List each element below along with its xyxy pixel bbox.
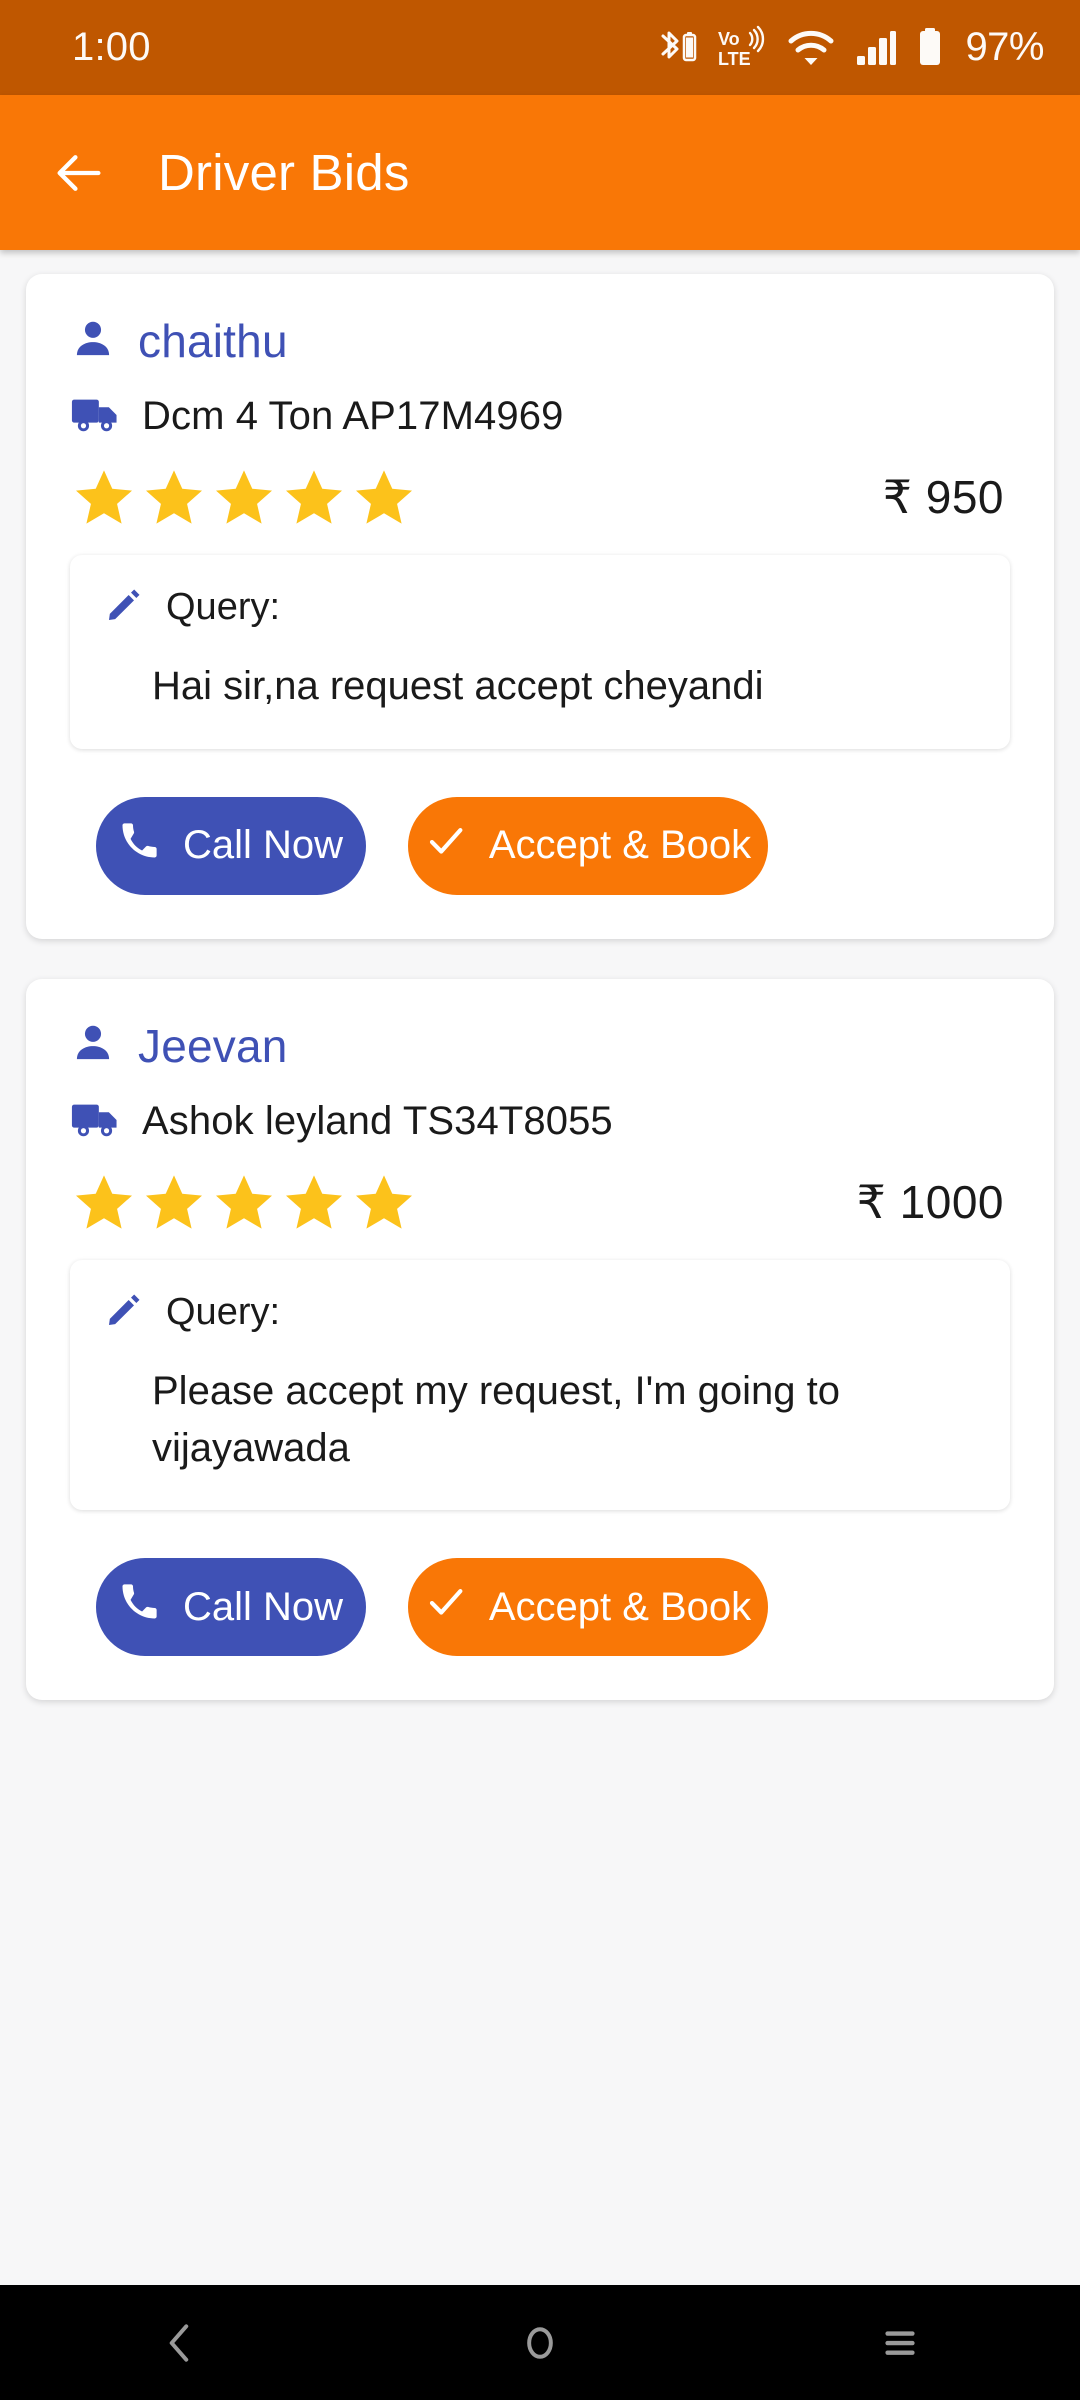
recents-nav-icon[interactable] [830,2285,970,2400]
bid-card[interactable]: Jeevan Ashok leyland TS34T8055 ₹ 1000 Qu… [26,978,1054,1701]
query-label: Query: [166,1290,281,1333]
accept-book-button[interactable]: Accept & Book [408,796,768,895]
query-header: Query: [104,585,976,630]
check-icon [425,1581,467,1633]
page-title: Driver Bids [158,144,410,201]
signal-icon [854,25,898,71]
driver-name: chaithu [138,315,288,367]
vehicle-details: Ashok leyland TS34T8055 [142,1098,613,1143]
card-actions: Call Now Accept & Book [70,1558,1010,1657]
vehicle-row: Dcm 4 Ton AP17M4969 [70,394,1010,439]
truck-icon [70,395,120,438]
star-icon [356,470,412,524]
phone-icon [119,820,161,872]
driver-row: chaithu [70,314,1010,368]
star-icon [76,1175,132,1229]
battery-icon [915,25,945,71]
query-box: Query: Please accept my request, I'm goi… [70,1259,1010,1511]
back-nav-icon[interactable] [110,2285,250,2400]
app-bar: Driver Bids [0,95,1080,250]
check-icon [425,820,467,872]
rating-row: ₹ 950 [70,465,1010,529]
bluetooth-battery-icon [653,25,699,71]
query-header: Query: [104,1290,976,1335]
accept-book-button[interactable]: Accept & Book [408,1558,768,1657]
pencil-icon [104,1290,144,1335]
wifi-icon [785,25,837,71]
home-nav-icon[interactable] [470,2285,610,2400]
status-time: 1:00 [72,25,151,69]
person-icon [70,1020,116,1071]
star-icon [146,470,202,524]
back-arrow-icon[interactable] [48,142,110,204]
status-bar: 1:00 Vo LTE 97% [0,0,1080,95]
call-now-label: Call Now [182,823,344,868]
query-text: Please accept my request, I'm going to v… [152,1368,840,1470]
rating-stars [70,465,418,529]
rating-row: ₹ 1000 [70,1170,1010,1234]
volte-icon: Vo LTE [716,25,768,71]
app-root: 1:00 Vo LTE 97% Driver Bids chaithu Dcm … [0,0,1080,2400]
accept-book-label: Accept & Book [488,1584,752,1629]
bid-price: ₹ 1000 [856,1175,1004,1228]
star-icon [286,470,342,524]
star-icon [216,470,272,524]
query-text: Hai sir,na request accept cheyandi [152,664,764,708]
pencil-icon [104,585,144,630]
star-icon [356,1175,412,1229]
call-now-label: Call Now [182,1584,344,1629]
rating-stars [70,1170,418,1234]
vehicle-row: Ashok leyland TS34T8055 [70,1099,1010,1144]
status-icons: Vo LTE 97% [653,25,1044,71]
star-icon [286,1175,342,1229]
battery-percentage: 97% [965,25,1044,69]
phone-icon [119,1581,161,1633]
bid-card[interactable]: chaithu Dcm 4 Ton AP17M4969 ₹ 950 Query:… [26,274,1054,939]
bids-list: chaithu Dcm 4 Ton AP17M4969 ₹ 950 Query:… [0,250,1080,2285]
call-now-button[interactable]: Call Now [96,796,366,895]
truck-icon [70,1100,120,1143]
android-nav-bar [0,2285,1080,2400]
person-icon [70,316,116,367]
star-icon [76,470,132,524]
svg-text:Vo: Vo [718,29,740,49]
query-label: Query: [166,586,281,628]
call-now-button[interactable]: Call Now [96,1558,366,1657]
accept-book-label: Accept & Book [488,823,752,868]
query-box: Query: Hai sir,na request accept cheyand… [70,555,1010,749]
vehicle-details: Dcm 4 Ton AP17M4969 [142,394,564,438]
card-actions: Call Now Accept & Book [70,796,1010,895]
bid-price: ₹ 950 [882,471,1004,523]
driver-name: Jeevan [138,1019,288,1072]
driver-row: Jeevan [70,1019,1010,1073]
star-icon [146,1175,202,1229]
star-icon [216,1175,272,1229]
svg-text:LTE: LTE [718,49,751,69]
